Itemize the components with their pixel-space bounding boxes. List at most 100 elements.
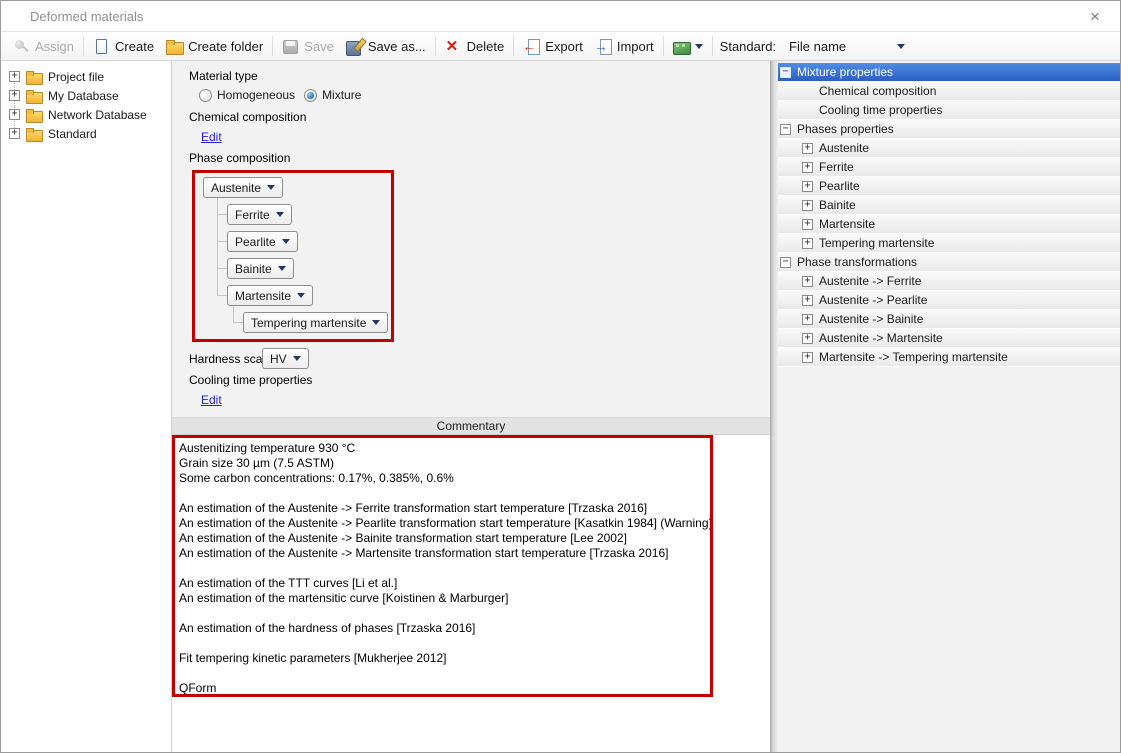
- right-panel-row-martensite-tempering-martensite[interactable]: + Martensite -> Tempering martensite: [778, 348, 1120, 367]
- toolbar-separator: [83, 36, 84, 56]
- chevron-down-icon: [278, 266, 286, 271]
- right-panel-row-label: Chemical composition: [819, 84, 936, 98]
- expander-plus-icon[interactable]: +: [802, 333, 813, 344]
- toolbar-button-save[interactable]: Save: [276, 34, 340, 58]
- expander-plus-icon[interactable]: +: [802, 219, 813, 230]
- phase-dropdown-pearlite[interactable]: Pearlite: [227, 231, 298, 252]
- right-panel-row-chemical-composition[interactable]: Chemical composition: [778, 82, 1120, 101]
- right-panel-row-cooling-time-properties[interactable]: Cooling time properties: [778, 101, 1120, 120]
- toolbar-button-material-library[interactable]: [667, 34, 709, 58]
- toolbar-buttons: Assign Create Create folder Save Save as…: [7, 32, 716, 60]
- toolbar-button-delete[interactable]: Delete: [439, 34, 511, 58]
- expander-plus-icon[interactable]: +: [802, 295, 813, 306]
- radio-icon[interactable]: [199, 89, 212, 102]
- toolbar-button-label: Import: [617, 39, 654, 54]
- tree-item-standard[interactable]: + Standard: [1, 124, 171, 143]
- toolbar-button-assign[interactable]: Assign: [7, 34, 80, 58]
- right-panel-row-label: Martensite: [819, 217, 875, 231]
- expander-plus-icon[interactable]: +: [802, 181, 813, 192]
- expander-minus-icon[interactable]: −: [780, 67, 791, 78]
- tree-item-label: Standard: [48, 127, 97, 141]
- tree-item-label: My Database: [48, 89, 119, 103]
- tree-connector: [217, 214, 227, 215]
- right-panel-row-bainite[interactable]: + Bainite: [778, 196, 1120, 215]
- chemical-composition-edit-link[interactable]: Edit: [201, 130, 222, 144]
- radio-mixture-label: Mixture: [322, 88, 361, 102]
- chemical-composition-label: Chemical composition: [189, 110, 306, 124]
- right-panel-row-label: Austenite -> Ferrite: [819, 274, 921, 288]
- expander-plus-icon[interactable]: +: [802, 238, 813, 249]
- expander-plus-icon[interactable]: +: [9, 109, 20, 120]
- expander-plus-icon[interactable]: +: [802, 276, 813, 287]
- phase-label: Pearlite: [235, 235, 276, 249]
- right-panel-row-austenite-pearlite[interactable]: + Austenite -> Pearlite: [778, 291, 1120, 310]
- standard-combobox[interactable]: Standard: File name: [720, 39, 905, 54]
- phase-label: Austenite: [211, 181, 261, 195]
- expander-plus-icon[interactable]: +: [802, 352, 813, 363]
- right-panel-row-ferrite[interactable]: + Ferrite: [778, 158, 1120, 177]
- chevron-down-icon: [293, 356, 301, 361]
- toolbar-button-export[interactable]: Export: [517, 34, 589, 58]
- right-panel-row-austenite-bainite[interactable]: + Austenite -> Bainite: [778, 310, 1120, 329]
- phase-dropdown-austenite[interactable]: Austenite: [203, 177, 283, 198]
- hardness-scale-label: Hardness scale: [189, 352, 272, 366]
- expander-plus-icon[interactable]: +: [9, 128, 20, 139]
- chevron-down-icon: [372, 320, 380, 325]
- save-as-icon: [346, 38, 363, 55]
- right-panel-row-label: Pearlite: [819, 179, 860, 193]
- phase-label: Bainite: [235, 262, 272, 276]
- right-panel-row-label: Phases properties: [797, 122, 894, 136]
- right-panel-row-austenite-martensite[interactable]: + Austenite -> Martensite: [778, 329, 1120, 348]
- radio-mixture[interactable]: Mixture: [304, 88, 361, 102]
- pin-icon: [13, 38, 30, 55]
- right-panel-row-martensite[interactable]: + Martensite: [778, 215, 1120, 234]
- expander-minus-icon[interactable]: −: [780, 124, 791, 135]
- delete-icon: [445, 38, 462, 55]
- right-panel-row-label: Phase transformations: [797, 255, 917, 269]
- expander-plus-icon[interactable]: +: [9, 90, 20, 101]
- toolbar-button-save-as[interactable]: Save as...: [340, 34, 432, 58]
- right-panel-row-phase-transformations[interactable]: − Phase transformations: [778, 253, 1120, 272]
- hardness-scale-dropdown[interactable]: HV: [262, 348, 309, 369]
- expander-plus-icon[interactable]: +: [802, 314, 813, 325]
- toolbar-separator: [712, 36, 713, 56]
- cooling-time-edit-link[interactable]: Edit: [201, 393, 222, 407]
- close-icon[interactable]: ×: [1084, 6, 1106, 28]
- toolbar-button-label: Save: [304, 39, 334, 54]
- right-panel-row-phases-properties[interactable]: − Phases properties: [778, 120, 1120, 139]
- right-panel-row-label: Tempering martensite: [819, 236, 934, 250]
- right-panel-row-tempering-martensite[interactable]: + Tempering martensite: [778, 234, 1120, 253]
- phase-composition-label: Phase composition: [189, 151, 290, 165]
- expander-plus-icon[interactable]: +: [802, 162, 813, 173]
- right-panel-row-mixture-properties[interactable]: − Mixture properties: [778, 63, 1120, 82]
- tree-item-network-database[interactable]: + Network Database: [1, 105, 171, 124]
- expander-minus-icon[interactable]: −: [780, 257, 791, 268]
- radio-homogeneous[interactable]: Homogeneous: [199, 88, 295, 102]
- right-panel-row-pearlite[interactable]: + Pearlite: [778, 177, 1120, 196]
- expander-plus-icon[interactable]: +: [9, 71, 20, 82]
- right-panel-row-label: Austenite: [819, 141, 869, 155]
- arrow-left-red-icon: [523, 38, 540, 55]
- phase-dropdown-ferrite[interactable]: Ferrite: [227, 204, 292, 225]
- expander-plus-icon[interactable]: +: [802, 200, 813, 211]
- commentary-textarea[interactable]: Austenitizing temperature 930 °C Grain s…: [172, 435, 770, 752]
- toolbar-separator: [513, 36, 514, 56]
- toolbar: Assign Create Create folder Save Save as…: [1, 32, 1120, 61]
- right-panel-row-austenite[interactable]: + Austenite: [778, 139, 1120, 158]
- tree-item-project-file[interactable]: + Project file: [1, 67, 171, 86]
- right-panel-row-austenite-ferrite[interactable]: + Austenite -> Ferrite: [778, 272, 1120, 291]
- tree-item-my-database[interactable]: + My Database: [1, 86, 171, 105]
- panel-splitter[interactable]: [770, 61, 778, 752]
- phase-dropdown-bainite[interactable]: Bainite: [227, 258, 294, 279]
- phase-dropdown-martensite[interactable]: Martensite: [227, 285, 313, 306]
- phase-composition-highlight-box: Austenite Ferrite Pearlite Bainite Marte…: [192, 170, 394, 342]
- phase-label: Martensite: [235, 289, 291, 303]
- radio-checked-icon[interactable]: [304, 89, 317, 102]
- toolbar-button-create-folder[interactable]: Create folder: [160, 34, 269, 58]
- folder-icon: [26, 107, 42, 122]
- toolbar-button-create[interactable]: Create: [87, 34, 160, 58]
- toolbar-button-import[interactable]: Import: [589, 34, 660, 58]
- phase-dropdown-tempering-martensite[interactable]: Tempering martensite: [243, 312, 388, 333]
- window-title: Deformed materials: [30, 9, 143, 24]
- expander-plus-icon[interactable]: +: [802, 143, 813, 154]
